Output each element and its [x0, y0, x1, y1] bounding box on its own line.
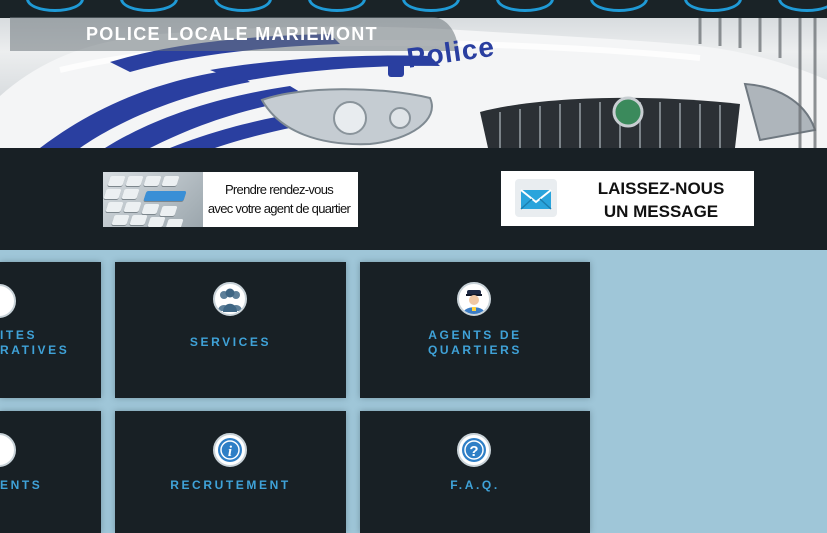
- message-banner[interactable]: LAISSEZ-NOUS UN MESSAGE: [501, 171, 754, 226]
- keyboard-icon: [103, 172, 203, 227]
- tile-label-line2: RATIVES: [0, 343, 70, 357]
- tile-label-line1: F.A.Q.: [450, 478, 500, 492]
- partial-icon: [0, 284, 16, 318]
- appointment-text: Prendre rendez-vous avec votre agent de …: [200, 180, 358, 218]
- appointment-line2: avec votre agent de quartier: [207, 201, 351, 216]
- tile-agents-de-quartiers[interactable]: AGENTS DE QUARTIERS: [360, 262, 590, 398]
- info-icon: i: [213, 433, 247, 467]
- tile-label-line2: QUARTIERS: [427, 343, 523, 357]
- tile-label-line1: SERVICES: [189, 335, 272, 349]
- envelope-icon: [515, 179, 557, 217]
- message-text: LAISSEZ-NOUS UN MESSAGE: [569, 177, 753, 223]
- tile-label-line1: ITES: [0, 328, 38, 342]
- svg-text:?: ?: [469, 443, 478, 460]
- top-decoration-bar: [0, 0, 827, 18]
- appointment-line1: Prendre rendez-vous: [224, 182, 334, 197]
- tile-label-line1: AGENTS DE: [428, 328, 522, 342]
- tile-faq[interactable]: ? F.A.Q.: [360, 411, 590, 533]
- tile-label-line1: ENTS: [0, 478, 43, 492]
- site-title-plate: POLICE LOCALE MARIEMONT: [10, 17, 458, 51]
- police-officer-icon: [457, 282, 491, 316]
- partial-icon: [0, 433, 16, 467]
- question-icon: ?: [457, 433, 491, 467]
- site-title: POLICE LOCALE MARIEMONT: [86, 24, 378, 44]
- message-line1: LAISSEZ-NOUS: [597, 179, 725, 198]
- hero-banner: POLICE LOCALE MARIEMONT Police: [0, 0, 827, 148]
- tile-recrutement[interactable]: i RECRUTEMENT: [115, 411, 346, 533]
- appointment-banner[interactable]: Prendre rendez-vous avec votre agent de …: [103, 172, 358, 227]
- group-icon: [213, 282, 247, 316]
- tile-label-line1: RECRUTEMENT: [170, 478, 291, 492]
- tile-partial-left-2[interactable]: ENTS: [0, 411, 101, 533]
- message-line2: UN MESSAGE: [603, 202, 719, 221]
- tile-partial-left-1[interactable]: ITES RATIVES: [0, 262, 101, 398]
- tile-services[interactable]: SERVICES: [115, 262, 346, 398]
